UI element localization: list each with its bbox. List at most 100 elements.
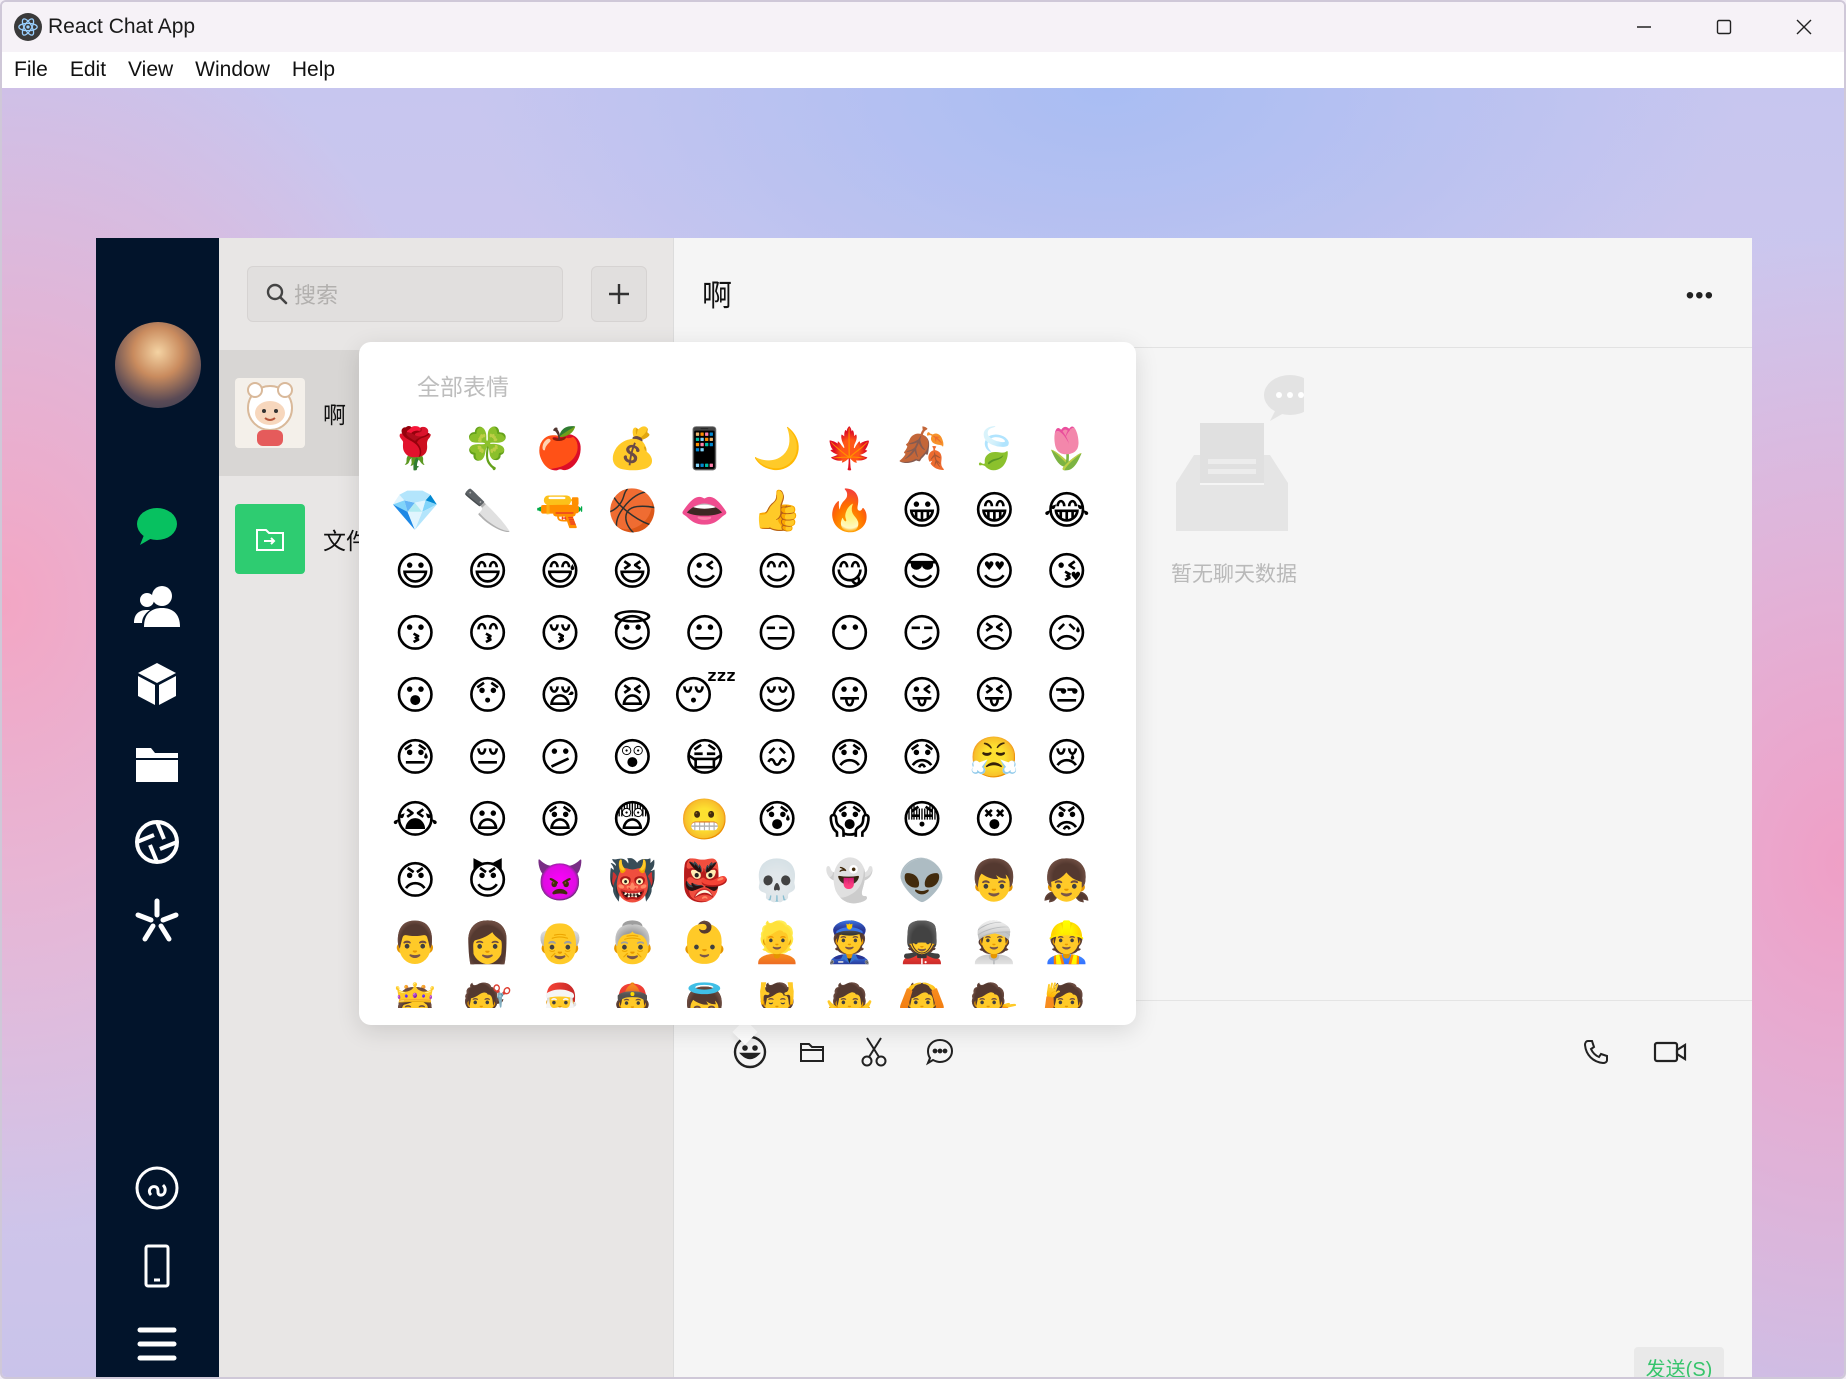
emoji-item[interactable]: 😊 — [741, 542, 813, 604]
emoji-item[interactable]: 💰 — [596, 418, 668, 480]
emoji-item[interactable]: 😐 — [669, 603, 741, 665]
menu-view[interactable]: View — [128, 58, 173, 82]
emoji-item[interactable]: 🍁 — [813, 418, 885, 480]
emoji-item[interactable]: 😂 — [1031, 480, 1103, 542]
emoji-item[interactable]: 😭 — [379, 789, 451, 851]
emoji-item[interactable]: 😌 — [741, 665, 813, 727]
emoji-item[interactable]: 🙅 — [813, 974, 885, 1008]
emoji-item[interactable]: 😝 — [958, 665, 1030, 727]
emoji-item[interactable]: 👷 — [1031, 912, 1103, 974]
emoji-item[interactable]: 🍂 — [886, 418, 958, 480]
screenshot-button[interactable] — [852, 1030, 896, 1074]
emoji-item[interactable]: 😶 — [813, 603, 885, 665]
emoji-item[interactable]: 😉 — [669, 542, 741, 604]
emoji-item[interactable]: 😢 — [1031, 727, 1103, 789]
emoji-item[interactable]: 😜 — [886, 665, 958, 727]
emoji-item[interactable]: 😟 — [886, 727, 958, 789]
emoji-item[interactable]: 😔 — [451, 727, 523, 789]
emoji-item[interactable]: 👨 — [379, 912, 451, 974]
emoji-item[interactable]: 😡 — [1031, 789, 1103, 851]
emoji-item[interactable]: 😄 — [451, 542, 523, 604]
emoji-item[interactable]: 🔥 — [813, 480, 885, 542]
emoji-item[interactable]: 😦 — [451, 789, 523, 851]
emoji-item[interactable]: 💂 — [886, 912, 958, 974]
emoji-item[interactable]: 😫 — [596, 665, 668, 727]
minimize-button[interactable] — [1604, 2, 1684, 52]
emoji-item[interactable]: 😷 — [669, 727, 741, 789]
emoji-item[interactable]: 👵 — [596, 912, 668, 974]
emoji-item[interactable]: 👸 — [379, 974, 451, 1008]
emoji-item[interactable]: 😑 — [741, 603, 813, 665]
emoji-item[interactable]: 👴 — [524, 912, 596, 974]
emoji-item[interactable]: 💁 — [958, 974, 1030, 1008]
emoji-item[interactable]: 🍎 — [524, 418, 596, 480]
more-options-icon[interactable]: ••• — [1686, 282, 1714, 310]
user-avatar[interactable] — [115, 322, 201, 408]
emoji-item[interactable]: 😛 — [813, 665, 885, 727]
emoji-item[interactable]: 😱 — [813, 789, 885, 851]
search-input[interactable]: 搜索 — [247, 266, 563, 322]
menu-window[interactable]: Window — [195, 58, 270, 82]
emoji-item[interactable]: 🌙 — [741, 418, 813, 480]
contacts-icon[interactable] — [129, 578, 185, 634]
emoji-item[interactable]: 😗 — [379, 603, 451, 665]
emoji-item[interactable]: 🍃 — [958, 418, 1030, 480]
emoji-item[interactable]: 😲 — [596, 727, 668, 789]
message-button[interactable] — [918, 1030, 962, 1074]
emoji-item[interactable]: 😙 — [451, 603, 523, 665]
emoji-item[interactable]: 🌹 — [379, 418, 451, 480]
emoji-item[interactable]: 😒 — [1031, 665, 1103, 727]
emoji-item[interactable]: 👮 — [813, 912, 885, 974]
add-button[interactable] — [591, 266, 647, 322]
emoji-item[interactable]: 😍 — [958, 542, 1030, 604]
emoji-item[interactable]: 😪 — [524, 665, 596, 727]
emoji-item[interactable]: 😎 — [886, 542, 958, 604]
emoji-item[interactable]: 👧 — [1031, 851, 1103, 913]
aperture-icon[interactable] — [129, 814, 185, 870]
emoji-item[interactable]: 😅 — [524, 542, 596, 604]
chat-bubble-icon[interactable] — [129, 498, 185, 554]
emoji-item[interactable]: 😀 — [886, 480, 958, 542]
emoji-item[interactable]: 😞 — [813, 727, 885, 789]
emoji-item[interactable]: 😵 — [958, 789, 1030, 851]
emoji-item[interactable]: 😘 — [1031, 542, 1103, 604]
close-button[interactable] — [1764, 2, 1844, 52]
emoji-item[interactable]: 😖 — [741, 727, 813, 789]
emoji-item[interactable]: 😇 — [596, 603, 668, 665]
emoji-item[interactable]: 😯 — [451, 665, 523, 727]
emoji-item[interactable]: 👍 — [741, 480, 813, 542]
emoji-item[interactable]: 👄 — [669, 480, 741, 542]
emoji-item[interactable]: 👦 — [958, 851, 1030, 913]
emoji-item[interactable]: 😣 — [958, 603, 1030, 665]
menu-file[interactable]: File — [14, 58, 48, 82]
emoji-item[interactable]: 🎅 — [524, 974, 596, 1008]
emoji-item[interactable]: 👺 — [669, 851, 741, 913]
emoji-item[interactable]: 😳 — [886, 789, 958, 851]
menu-icon[interactable] — [129, 1316, 185, 1372]
emoji-item[interactable]: 😤 — [958, 727, 1030, 789]
emoji-item[interactable]: 😁 — [958, 480, 1030, 542]
emoji-item[interactable]: 😬 — [669, 789, 741, 851]
emoji-item[interactable]: 😨 — [596, 789, 668, 851]
emoji-item[interactable]: 👼 — [669, 974, 741, 1008]
emoji-item[interactable]: 😥 — [1031, 603, 1103, 665]
emoji-item[interactable]: 🍀 — [451, 418, 523, 480]
emoji-item[interactable]: 👳 — [958, 912, 1030, 974]
emoji-item[interactable]: 👹 — [596, 851, 668, 913]
voice-call-button[interactable] — [1574, 1030, 1618, 1074]
emoji-item[interactable]: 👩 — [451, 912, 523, 974]
emoji-item[interactable]: 👶 — [669, 912, 741, 974]
video-call-button[interactable] — [1648, 1030, 1692, 1074]
emoji-item[interactable]: 📱 — [669, 418, 741, 480]
emoji-item[interactable]: 💎 — [379, 480, 451, 542]
emoji-item[interactable]: 😈 — [451, 851, 523, 913]
emoji-item[interactable]: 🙆 — [886, 974, 958, 1008]
cube-icon[interactable] — [129, 656, 185, 712]
emoji-item[interactable]: 👿 — [524, 851, 596, 913]
folder-button[interactable] — [790, 1030, 834, 1074]
emoji-item[interactable]: 😧 — [524, 789, 596, 851]
menu-help[interactable]: Help — [292, 58, 335, 82]
emoji-item[interactable]: 😃 — [379, 542, 451, 604]
emoji-item[interactable]: 👲 — [596, 974, 668, 1008]
emoji-item[interactable]: 😠 — [379, 851, 451, 913]
